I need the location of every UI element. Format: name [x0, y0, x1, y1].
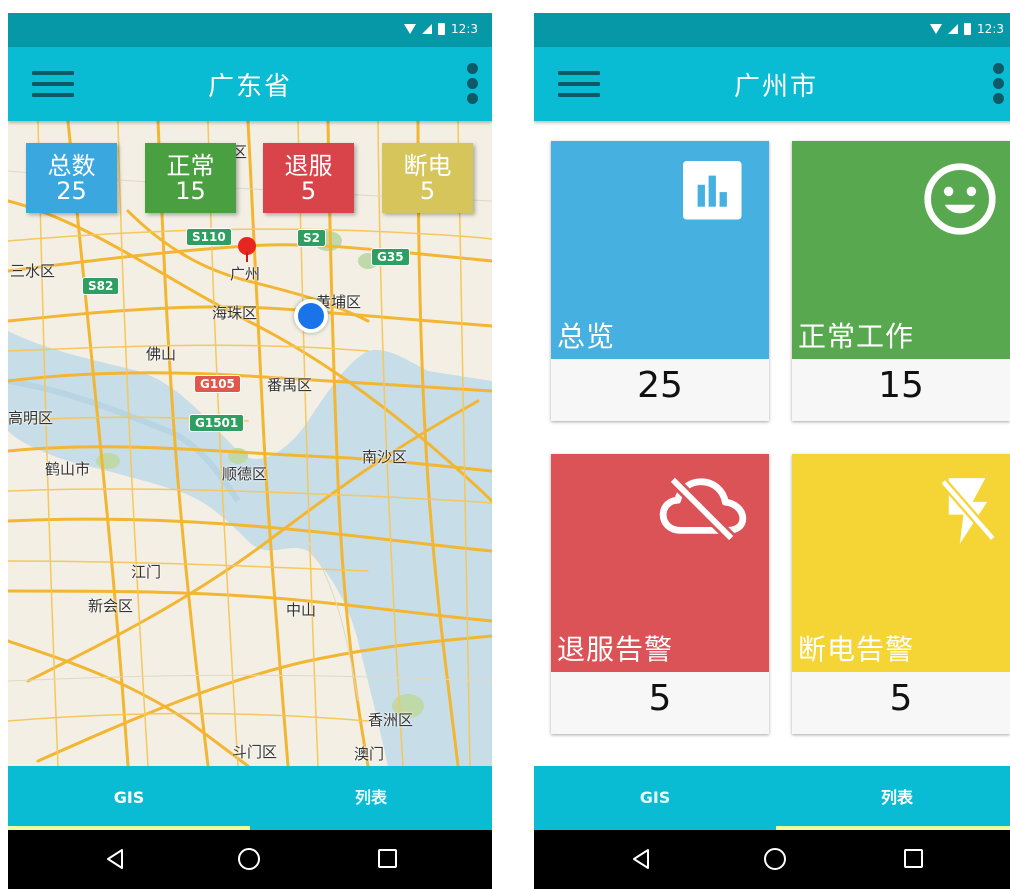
stat-value: 5	[300, 177, 317, 205]
status-time: 12:3	[977, 22, 1004, 36]
card-label: 退服告警	[557, 633, 674, 666]
map-label-haizhu: 海珠区	[212, 304, 258, 322]
stat-tile-power-off[interactable]: 断电 5	[382, 143, 473, 213]
location-pin-stem	[246, 252, 248, 262]
tab-list[interactable]: 列表	[776, 766, 1010, 830]
map-label-shunde: 顺德区	[222, 465, 268, 483]
map-label-macau: 澳门	[354, 745, 385, 763]
card-label: 总览	[557, 320, 616, 353]
card-overview[interactable]: 总览 25	[551, 141, 769, 421]
stat-label: 正常	[166, 152, 215, 180]
stat-value: 5	[419, 177, 436, 205]
card-power-off-alarm[interactable]: 断电告警 5	[792, 454, 1010, 734]
recent-apps-icon[interactable]	[904, 849, 923, 868]
cloud-off-icon	[659, 475, 747, 542]
map-label-sanshui: 三水区	[10, 262, 56, 280]
card-out-of-service-alarm[interactable]: 退服告警 5	[551, 454, 769, 734]
stat-tile-normal[interactable]: 正常 15	[145, 143, 236, 213]
map-label-guangzhou: 广州	[230, 265, 261, 283]
page-title: 广东省	[207, 72, 292, 102]
map-label-foshan: 佛山	[146, 345, 177, 363]
home-icon[interactable]	[238, 848, 260, 870]
signal-icon	[422, 24, 433, 34]
card-out-of-service-header: 退服告警	[551, 454, 769, 672]
stat-label: 退服	[284, 152, 333, 180]
bar-chart-icon	[683, 161, 742, 220]
tab-gis-label: GIS	[113, 788, 145, 807]
map-label-nansha: 南沙区	[362, 448, 408, 466]
map-label-xiangzhou: 香洲区	[368, 711, 414, 729]
more-options-icon[interactable]	[990, 63, 1006, 107]
wifi-icon	[404, 24, 417, 34]
map-label-jiangmen: 江门	[131, 563, 162, 581]
map-view[interactable]: 花都区 三水区 广州 海珠区 黄埔区 佛山 番禺区 高明区 鹤山市 顺德区 南沙…	[8, 121, 492, 766]
more-options-icon[interactable]	[464, 63, 480, 107]
tab-gis-label: GIS	[639, 788, 671, 807]
home-icon[interactable]	[764, 848, 786, 870]
recent-apps-icon[interactable]	[378, 849, 397, 868]
phone-screen-list: 12:3 广州市 总览 25 正常工作 15 退服告警 5 断电告警 5 GIS…	[534, 13, 1010, 889]
page-title: 广州市	[733, 72, 818, 102]
card-normal-working[interactable]: 正常工作 15	[792, 141, 1010, 421]
card-label: 断电告警	[798, 633, 915, 666]
card-value: 25	[637, 365, 683, 406]
stat-value: 15	[175, 177, 206, 205]
tab-gis[interactable]: GIS	[534, 766, 776, 830]
card-label: 正常工作	[798, 320, 915, 353]
system-nav-bar	[8, 830, 492, 889]
stat-tile-out-of-service[interactable]: 退服 5	[263, 143, 354, 213]
stat-label: 断电	[403, 152, 452, 180]
tab-gis[interactable]: GIS	[8, 766, 250, 830]
phone-screen-gis: 12:3 广东省 三水区 广州 海珠区 黄埔区 佛山 番禺区 高明区 鹤山市 顺…	[8, 13, 492, 889]
app-bar: 广东省	[8, 47, 492, 121]
bottom-tab-bar: GIS 列表	[8, 766, 492, 830]
road-shield-g105: G105	[194, 375, 241, 393]
flash-off-icon	[939, 478, 997, 544]
map-label-doumen: 斗门区	[232, 743, 278, 761]
tab-list[interactable]: 列表	[250, 766, 492, 830]
card-value: 5	[648, 678, 672, 719]
card-overview-header: 总览	[551, 141, 769, 359]
road-shield-s2: S2	[297, 229, 326, 247]
wifi-icon	[930, 24, 943, 34]
bottom-tab-bar: GIS 列表	[534, 766, 1010, 830]
tab-list-label: 列表	[880, 788, 913, 807]
road-shield-g1501: G1501	[189, 414, 245, 432]
system-nav-bar	[534, 830, 1010, 889]
tab-list-label: 列表	[354, 788, 387, 807]
status-time: 12:3	[451, 22, 478, 36]
status-bar: 12:3	[534, 13, 1010, 47]
dashboard-grid: 总览 25 正常工作 15 退服告警 5 断电告警 5	[534, 121, 1010, 766]
card-power-off-header: 断电告警	[792, 454, 1010, 672]
road-shield-s110: S110	[186, 228, 232, 246]
stat-tile-total[interactable]: 总数 25	[26, 143, 117, 213]
card-value: 15	[878, 365, 924, 406]
stat-value: 25	[56, 177, 87, 205]
map-background	[8, 121, 492, 766]
smiley-icon	[924, 163, 996, 235]
battery-icon	[438, 23, 446, 35]
map-label-zhongshan: 中山	[286, 601, 317, 619]
back-icon[interactable]	[631, 848, 651, 870]
map-label-gaoming: 高明区	[8, 409, 54, 427]
road-shield-g35: G35	[371, 248, 410, 266]
card-normal-header: 正常工作	[792, 141, 1010, 359]
current-location-icon[interactable]	[294, 299, 328, 333]
map-label-panyu: 番禺区	[267, 376, 313, 394]
back-icon[interactable]	[105, 848, 125, 870]
signal-icon	[948, 24, 959, 34]
road-shield-s82: S82	[82, 277, 120, 295]
app-bar: 广州市	[534, 47, 1010, 121]
stat-label: 总数	[47, 152, 96, 180]
card-value: 5	[889, 678, 913, 719]
battery-icon	[964, 23, 972, 35]
map-label-xinhui: 新会区	[88, 597, 134, 615]
status-bar: 12:3	[8, 13, 492, 47]
map-label-heshan: 鹤山市	[45, 460, 91, 478]
